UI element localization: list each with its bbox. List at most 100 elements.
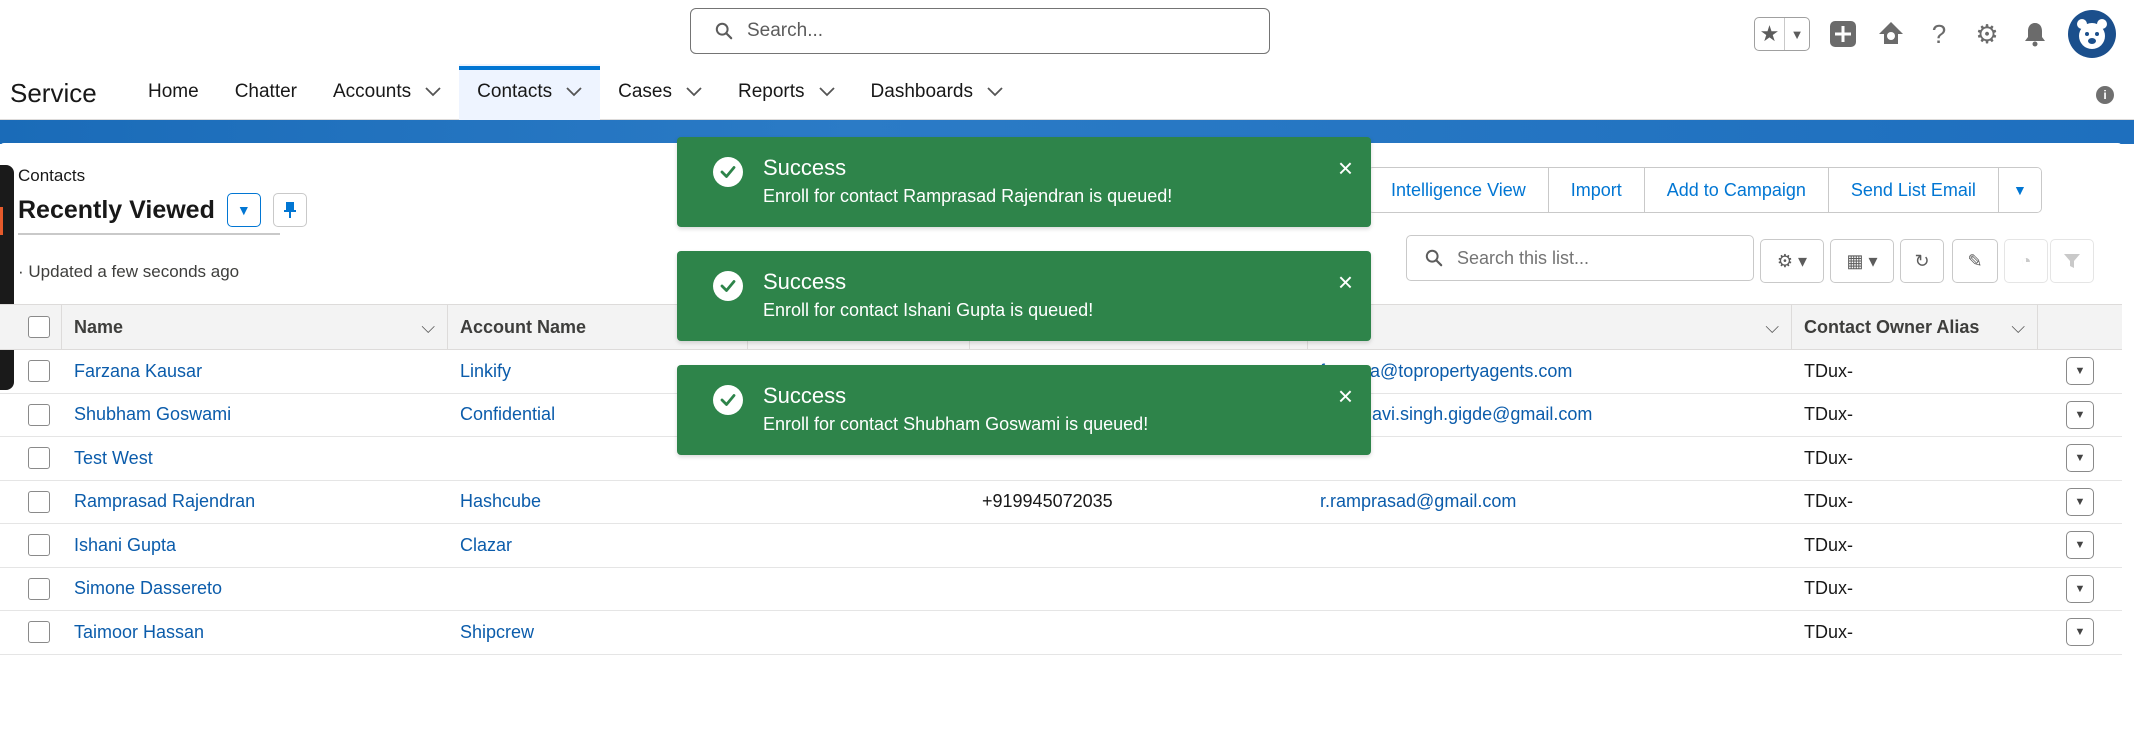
- list-settings-button[interactable]: ⚙ ▾: [1760, 239, 1824, 283]
- row-checkbox[interactable]: [28, 360, 50, 383]
- toast-message: Enroll for contact Ramprasad Rajendran i…: [763, 186, 1173, 206]
- row-action-menu-button[interactable]: ▼: [2066, 357, 2094, 386]
- contact-name-link[interactable]: Ishani Gupta: [62, 524, 448, 567]
- trailhead-icon[interactable]: [1876, 19, 1906, 49]
- global-search-input[interactable]: Search...: [690, 8, 1270, 54]
- global-search-placeholder: Search...: [747, 20, 824, 41]
- nav-tab-accounts[interactable]: Accounts: [315, 64, 459, 120]
- owner-alias-cell: TDux-: [1804, 534, 1853, 555]
- row-checkbox[interactable]: [28, 577, 50, 600]
- row-actions-cell: ▼: [2038, 611, 2122, 654]
- gear-icon[interactable]: ⚙: [1972, 19, 2002, 49]
- cell-col3: [748, 568, 970, 611]
- nav-tab-label: Accounts: [333, 81, 412, 102]
- avatar[interactable]: [2068, 10, 2116, 58]
- edit-list-button[interactable]: ✎: [1952, 239, 1998, 283]
- row-action-menu-button[interactable]: ▼: [2066, 618, 2094, 647]
- row-action-menu-button[interactable]: ▼: [2066, 487, 2094, 516]
- email-link[interactable]: [1308, 568, 1792, 611]
- star-icon[interactable]: ★: [1755, 18, 1785, 50]
- more-actions-button[interactable]: ▼: [1998, 168, 2041, 212]
- favorites-menu-caret-icon[interactable]: ▼: [1785, 18, 1809, 50]
- nav-tab-reports[interactable]: Reports: [720, 64, 853, 120]
- bell-icon[interactable]: [2020, 19, 2050, 49]
- owner-alias-cell: TDux-: [1804, 621, 1853, 642]
- email-link[interactable]: vaishnavi.singh.gigde@gmail.com: [1308, 394, 1792, 437]
- chevron-down-icon[interactable]: ⌵: [1765, 317, 1779, 338]
- nav-items: Home Chatter Accounts Contacts Cases Reports D…: [130, 64, 1021, 120]
- row-action-menu-button[interactable]: ▼: [2066, 400, 2094, 429]
- help-icon[interactable]: ?: [1924, 19, 1954, 49]
- email-link[interactable]: [1308, 524, 1792, 567]
- close-icon[interactable]: ×: [1338, 269, 1353, 295]
- nav-tab-chatter[interactable]: Chatter: [217, 64, 315, 120]
- nav-tab-label: Home: [148, 81, 199, 102]
- filter-button[interactable]: [2050, 239, 2094, 283]
- row-checkbox[interactable]: [28, 490, 50, 513]
- intelligence-view-button[interactable]: Intelligence View: [1369, 168, 1549, 212]
- column-header-email[interactable]: ⌵: [1308, 305, 1792, 349]
- nav-tab-cases[interactable]: Cases: [600, 64, 720, 120]
- row-select-cell: [0, 350, 62, 393]
- pin-list-button[interactable]: [272, 193, 307, 227]
- contact-name-link[interactable]: Test West: [62, 437, 448, 480]
- row-action-menu-button[interactable]: ▼: [2066, 444, 2094, 473]
- contact-name-link[interactable]: Farzana Kausar: [62, 350, 448, 393]
- account-name-link[interactable]: Hashcube: [448, 481, 748, 524]
- chevron-down-icon[interactable]: [686, 81, 702, 103]
- chevron-down-icon[interactable]: [425, 81, 441, 103]
- row-checkbox[interactable]: [28, 534, 50, 557]
- chevron-down-icon[interactable]: ⌵: [421, 317, 435, 338]
- chevron-down-icon: ▼: [2074, 408, 2086, 421]
- row-action-menu-button[interactable]: ▼: [2066, 531, 2094, 560]
- row-action-menu-button[interactable]: ▼: [2066, 574, 2094, 603]
- column-header-owner[interactable]: Contact Owner Alias ⌵: [1792, 305, 2038, 349]
- info-icon[interactable]: i: [2096, 86, 2114, 104]
- search-icon: [715, 22, 733, 40]
- row-checkbox[interactable]: [28, 447, 50, 470]
- close-icon[interactable]: ×: [1338, 155, 1353, 181]
- send-list-email-button[interactable]: Send List Email: [1828, 168, 1999, 212]
- chevron-down-icon[interactable]: [987, 81, 1003, 103]
- column-header-name[interactable]: Name ⌵: [62, 305, 448, 349]
- phone-cell: [970, 611, 1308, 654]
- row-checkbox[interactable]: [28, 403, 50, 426]
- account-name-link[interactable]: Shipcrew: [448, 611, 748, 654]
- nav-tab-home[interactable]: Home: [130, 64, 217, 120]
- row-actions-cell: ▼: [2038, 481, 2122, 524]
- row-checkbox[interactable]: [28, 621, 50, 644]
- cell-col3: [748, 524, 970, 567]
- list-search-placeholder: Search this list...: [1457, 247, 1590, 268]
- charts-button[interactable]: ◔: [2004, 239, 2048, 283]
- list-search-input[interactable]: Search this list...: [1406, 235, 1754, 281]
- select-all-checkbox[interactable]: [28, 316, 50, 338]
- chevron-down-icon[interactable]: [566, 81, 582, 103]
- list-view-picker-button[interactable]: ▼: [226, 193, 261, 227]
- chevron-down-icon[interactable]: ⌵: [2011, 317, 2025, 338]
- contact-name-link[interactable]: Ramprasad Rajendran: [62, 481, 448, 524]
- refresh-button[interactable]: ↻: [1900, 239, 1944, 283]
- email-link[interactable]: [1308, 437, 1792, 480]
- close-icon[interactable]: ×: [1338, 383, 1353, 409]
- email-link[interactable]: farzana@topropertyagents.com: [1308, 350, 1792, 393]
- contact-name-link[interactable]: Taimoor Hassan: [62, 611, 448, 654]
- table-row: Ishani Gupta Clazar TDux- ▼: [0, 524, 2122, 568]
- object-label: Contacts: [18, 166, 86, 185]
- chevron-down-icon[interactable]: [818, 81, 835, 103]
- nav-tab-dashboards[interactable]: Dashboards: [853, 64, 1021, 120]
- filter-icon: [2064, 254, 2080, 268]
- import-button[interactable]: Import: [1548, 168, 1645, 212]
- contact-name-link[interactable]: Shubham Goswami: [62, 394, 448, 437]
- phone-cell: [970, 568, 1308, 611]
- account-name-link[interactable]: Clazar: [448, 524, 748, 567]
- display-as-table-button[interactable]: ▦ ▾: [1830, 239, 1894, 283]
- email-link[interactable]: r.ramprasad@gmail.com: [1308, 481, 1792, 524]
- nav-tab-contacts[interactable]: Contacts: [459, 64, 601, 120]
- account-name-link[interactable]: [448, 568, 748, 611]
- contact-name-link[interactable]: Simone Dassereto: [62, 568, 448, 611]
- email-link[interactable]: [1308, 611, 1792, 654]
- pencil-icon: ✎: [1967, 250, 1983, 271]
- add-to-campaign-button[interactable]: Add to Campaign: [1644, 168, 1829, 212]
- column-header-actions: [2038, 305, 2122, 349]
- plus-icon[interactable]: [1828, 19, 1858, 49]
